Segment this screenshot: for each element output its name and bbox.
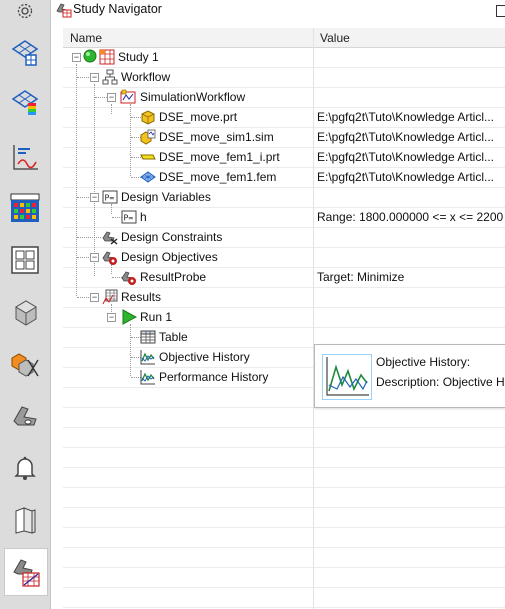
navigator-title: Study Navigator [73,2,162,16]
tree-row-result-probe[interactable]: ResultProbe Target: Minimize [63,267,505,287]
maximize-icon[interactable] [496,5,505,17]
tree-label-file: DSE_move_sim1.sim [159,130,274,144]
tree-guide [77,297,89,298]
tree-label-study: Study 1 [118,50,159,64]
design-objectives-icon [102,249,118,265]
table-icon [140,329,156,345]
tooltip-graph-preview [322,354,372,400]
column-name-header[interactable]: Name [70,31,102,45]
tree-guide [77,237,101,238]
tree-row-study[interactable]: − Study 1 [63,47,505,67]
collapse-toggle[interactable]: − [90,253,99,262]
workflow-icon [102,69,118,85]
collapse-toggle[interactable]: − [90,293,99,302]
results-icon [102,289,118,305]
xy-graph-icon[interactable] [5,137,45,177]
tree-label-workflow: Workflow [121,70,171,84]
tree-row-design-constraints[interactable]: Design Constraints [63,227,505,247]
bracket-part-icon[interactable] [5,396,45,436]
tree-row-run1[interactable]: − Run 1 [63,307,505,327]
simulation-workflow-icon [120,89,136,105]
variable-range-value: Range: 1800.000000 <= x <= 2200... [317,210,503,224]
tree-label-result-probe: ResultProbe [140,270,207,284]
navigator-title-bar: Study Navigator [51,0,505,22]
assembly-constraints-icon[interactable] [5,344,45,384]
history-chart-icon [140,369,156,385]
idealized-part-icon [140,149,156,165]
column-header: Name Value [63,28,505,48]
objective-target-value: Target: Minimize [317,270,405,284]
layout-grid-icon[interactable] [5,240,45,280]
tree-guide [77,77,89,78]
resource-bar [0,0,51,609]
design-variables-icon: P= [102,189,118,205]
tree-row-file[interactable]: DSE_move.prt E:\pgfq2t\Tuto\Knowledge Ar… [63,107,505,127]
run-play-icon [121,309,138,325]
color-table-icon[interactable] [5,188,45,228]
column-value-header[interactable]: Value [320,31,350,45]
file-path-value: E:\pgfq2t\Tuto\Knowledge Articl... [317,170,494,184]
study-icon [99,49,115,65]
tree-row-file[interactable]: DSE_move_fem1.fem E:\pgfq2t\Tuto\Knowled… [63,167,505,187]
tree-label-file: DSE_move_fem1_i.prt [159,150,280,164]
tree-guide [77,257,89,258]
part-body-icon[interactable] [5,292,45,332]
svg-text:P=: P= [105,194,115,203]
sim-file-icon [140,129,156,145]
tree-row-workflow[interactable]: − Workflow [63,67,505,87]
file-path-value: E:\pgfq2t\Tuto\Knowledge Articl... [317,150,494,164]
mesh-part-icon[interactable] [5,32,45,72]
objective-history-tooltip: Objective History: Description: Objectiv… [314,344,505,408]
tree-label-file: DSE_move_fem1.fem [159,170,277,184]
tree-label-design-variables: Design Variables [121,190,211,204]
tree-label-results: Results [121,290,162,304]
result-probe-icon [121,269,137,285]
collapse-toggle[interactable]: − [72,53,81,62]
tree-guide [77,197,89,198]
library-books-icon[interactable] [5,500,45,540]
tree-label-design-objectives: Design Objectives [121,250,218,264]
file-path-value: E:\pgfq2t\Tuto\Knowledge Articl... [317,130,494,144]
tooltip-description: Description: Objective Hi [376,375,505,389]
collapse-toggle[interactable]: − [90,193,99,202]
tree-row-file[interactable]: DSE_move_sim1.sim E:\pgfq2t\Tuto\Knowled… [63,127,505,147]
collapse-toggle[interactable]: − [90,73,99,82]
settings-gear-icon[interactable] [5,0,45,22]
tree-guide [95,97,107,98]
svg-text:P=: P= [124,214,134,223]
tree-label-table: Table [159,330,188,344]
tree-label-run1: Run 1 [140,310,173,324]
tree-label-design-constraints: Design Constraints [121,230,223,244]
tree-row-file[interactable]: DSE_move_fem1_i.prt E:\pgfq2t\Tuto\Knowl… [63,147,505,167]
tree-label-file: DSE_move.prt [159,110,238,124]
tree-row-design-variables[interactable]: − P= Design Variables [63,187,505,207]
tree-label-simulation-workflow: SimulationWorkflow [140,90,246,104]
tree-row-variable-h[interactable]: P= h Range: 1800.000000 <= x <= 2200... [63,207,505,227]
tree-label-objective-history: Objective History [159,350,250,364]
tree-label-performance-history: Performance History [159,370,269,384]
collapse-toggle[interactable]: − [107,313,116,322]
file-path-value: E:\pgfq2t\Tuto\Knowledge Articl... [317,110,494,124]
expression-icon: P= [121,209,137,225]
study-navigator-icon [56,2,72,21]
notifications-bell-icon[interactable] [5,448,45,488]
history-chart-icon [140,349,156,365]
fea-results-icon[interactable] [5,82,45,122]
tree-row-results[interactable]: − Results [63,287,505,307]
status-green-icon [83,49,99,65]
collapse-toggle[interactable]: − [107,93,116,102]
tree-label-variable-h: h [140,210,147,224]
study-navigator-tab-icon[interactable] [4,548,48,596]
fem-file-icon [140,169,156,185]
tooltip-title: Objective History: [376,355,471,369]
part-file-icon [140,109,156,125]
design-constraints-icon [102,229,118,245]
tree-row-simulation-workflow[interactable]: − SimulationWorkflow [63,87,505,107]
study-tree: Name Value − Study 1 − Workflow − Simula… [63,28,505,609]
tree-row-design-objectives[interactable]: − Design Objectives [63,247,505,267]
